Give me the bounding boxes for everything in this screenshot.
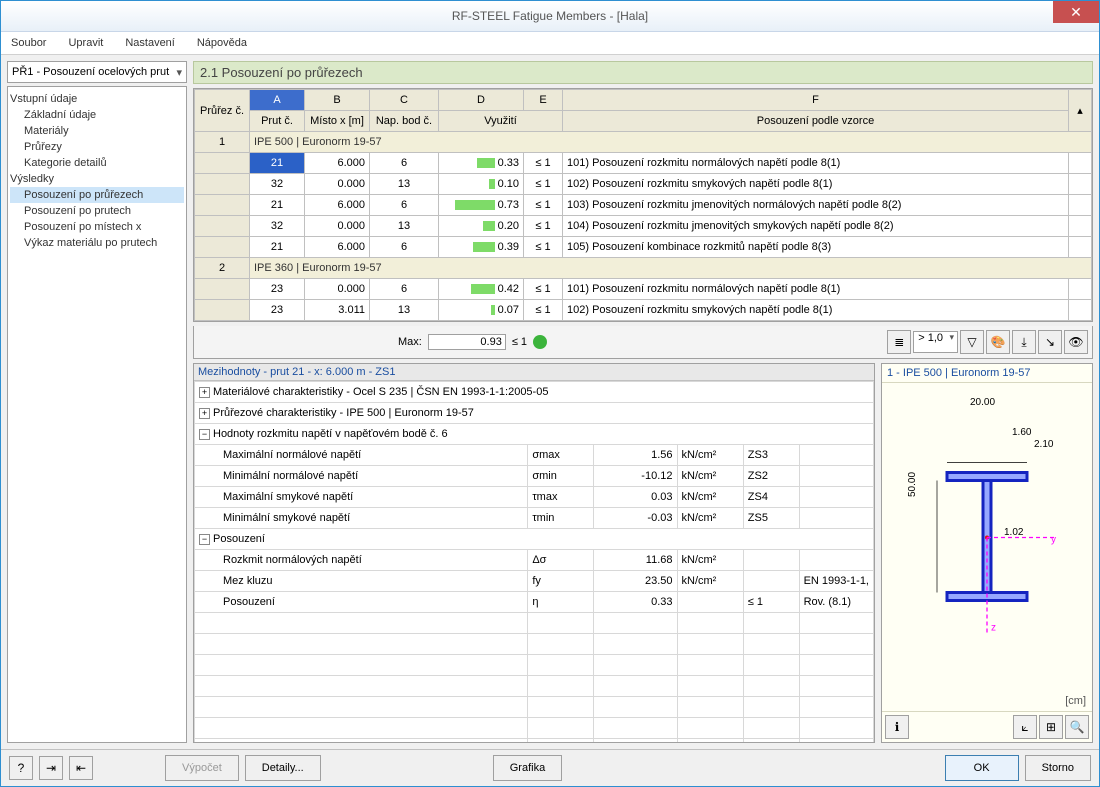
graphics-button[interactable]: Grafika	[493, 755, 562, 781]
ibeam-drawing: y z	[917, 443, 1057, 633]
tree-group-results[interactable]: Výsledky	[10, 171, 184, 187]
svg-text:y: y	[1051, 535, 1056, 546]
cross-section-preview: 1 - IPE 500 | Euronorm 19-57 y z 20.00 5…	[881, 363, 1093, 743]
tree-item[interactable]: Průřezy	[10, 139, 184, 155]
col-prurez: Průřez č.	[195, 90, 250, 132]
detail-row[interactable]: Maximální smykové napětíτmax0.03kN/cm²ZS…	[195, 487, 874, 508]
section-title: 2.1 Posouzení po průřezech	[193, 61, 1093, 84]
tree-item[interactable]: Posouzení po prutech	[10, 203, 184, 219]
tree-item[interactable]: Kategorie detailů	[10, 155, 184, 171]
cancel-button[interactable]: Storno	[1025, 755, 1091, 781]
max-value[interactable]	[428, 334, 506, 350]
nav-tree[interactable]: Vstupní údaje Základní údaje Materiály P…	[7, 86, 187, 743]
axes-icon[interactable]: ⟀	[1013, 715, 1037, 739]
detail-row[interactable]: Maximální normálové napětíσmax1.56kN/cm²…	[195, 445, 874, 466]
details-panel: Mezihodnoty - prut 21 - x: 6.000 m - ZS1…	[193, 363, 875, 743]
max-label: Max:	[398, 336, 422, 348]
detail-row[interactable]: Rozkmit normálových napětíΔσ11.68kN/cm²	[195, 550, 874, 571]
tree-item[interactable]: Výkaz materiálu po prutech	[10, 235, 184, 251]
palette-icon[interactable]: 🎨	[986, 330, 1010, 354]
tree-item[interactable]: Základní údaje	[10, 107, 184, 123]
details-title: Mezihodnoty - prut 21 - x: 6.000 m - ZS1	[194, 364, 874, 381]
preview-title: 1 - IPE 500 | Euronorm 19-57	[882, 364, 1092, 383]
table-row[interactable]: 320.00013 0.10≤ 1102) Posouzení rozkmitu…	[195, 174, 1092, 195]
detail-row[interactable]: −Hodnoty rozkmitu napětí v napěťovém bod…	[195, 424, 874, 445]
eye-icon[interactable]: 👁	[1064, 330, 1088, 354]
detail-row[interactable]: +Průřezové charakteristiky - IPE 500 | E…	[195, 403, 874, 424]
menubar: Soubor Upravit Nastavení Nápověda	[1, 32, 1099, 55]
detail-row[interactable]: −Posouzení	[195, 529, 874, 550]
results-grid[interactable]: Průřez č. A B C D E F ▴ Prut č. Místo x …	[193, 88, 1093, 322]
menu-settings[interactable]: Nastavení	[121, 37, 179, 49]
case-dropdown[interactable]: PŘ1 - Posouzení ocelových prut	[7, 61, 187, 83]
table-row[interactable]: 230.0006 0.42≤ 1101) Posouzení rozkmitu …	[195, 279, 1092, 300]
scale-select[interactable]: > 1,0	[913, 331, 958, 353]
titlebar: RF-STEEL Fatigue Members - [Hala] ✕	[1, 1, 1099, 32]
dimension-icon[interactable]: ⊞	[1039, 715, 1063, 739]
svg-text:z: z	[991, 623, 996, 633]
import-icon[interactable]: ⇥	[39, 756, 63, 780]
tree-item[interactable]: Materiály	[10, 123, 184, 139]
menu-help[interactable]: Nápověda	[193, 37, 251, 49]
zoom-icon[interactable]: 🔍	[1065, 715, 1089, 739]
detail-row[interactable]: +Materiálové charakteristiky - Ocel S 23…	[195, 382, 874, 403]
info-icon[interactable]: ℹ	[885, 715, 909, 739]
detail-row[interactable]: Minimální smykové napětíτmin-0.03kN/cm²Z…	[195, 508, 874, 529]
table-row[interactable]: 216.0006 0.73≤ 1103) Posouzení rozkmitu …	[195, 195, 1092, 216]
filter-icon[interactable]: ▽	[960, 330, 984, 354]
max-le: ≤ 1	[512, 336, 527, 348]
export2-icon[interactable]: ⇤	[69, 756, 93, 780]
detail-row[interactable]: Mez kluzufy23.50kN/cm²EN 1993-1-1,	[195, 571, 874, 592]
table-row[interactable]: 216.0006 0.39≤ 1105) Posouzení kombinace…	[195, 237, 1092, 258]
max-row: Max: ≤ 1 ≣ > 1,0 ▽ 🎨 ⤓ ↘ 👁	[193, 326, 1093, 359]
window-title: RF-STEEL Fatigue Members - [Hala]	[452, 9, 648, 23]
menu-file[interactable]: Soubor	[7, 37, 50, 49]
scrollbar-head: ▴	[1069, 90, 1092, 132]
pick-icon[interactable]: ↘	[1038, 330, 1062, 354]
table-row[interactable]: 216.0006 0.33≤ 1101) Posouzení rozkmitu …	[195, 153, 1092, 174]
calc-button[interactable]: Výpočet	[165, 755, 239, 781]
table-row[interactable]: 320.00013 0.20≤ 1104) Posouzení rozkmitu…	[195, 216, 1092, 237]
ok-button[interactable]: OK	[945, 755, 1019, 781]
detail-row[interactable]: Posouzeníη0.33≤ 1Rov. (8.1)	[195, 592, 874, 613]
tree-group-input[interactable]: Vstupní údaje	[10, 91, 184, 107]
footer: ? ⇥ ⇤ Výpočet Detaily... Grafika OK Stor…	[1, 749, 1099, 786]
help-icon[interactable]: ?	[9, 756, 33, 780]
close-button[interactable]: ✕	[1053, 1, 1099, 23]
menu-edit[interactable]: Upravit	[64, 37, 107, 49]
table-row[interactable]: 233.01113 0.07≤ 1102) Posouzení rozkmitu…	[195, 300, 1092, 321]
tree-item[interactable]: Posouzení po místech x	[10, 219, 184, 235]
details-button[interactable]: Detaily...	[245, 755, 321, 781]
export-icon[interactable]: ⤓	[1012, 330, 1036, 354]
unit-label: [cm]	[1065, 695, 1086, 707]
ok-icon	[533, 335, 547, 349]
sort-icon[interactable]: ≣	[887, 330, 911, 354]
tree-item-selected[interactable]: Posouzení po průřezech	[10, 187, 184, 203]
detail-row[interactable]: Minimální normálové napětíσmin-10.12kN/c…	[195, 466, 874, 487]
